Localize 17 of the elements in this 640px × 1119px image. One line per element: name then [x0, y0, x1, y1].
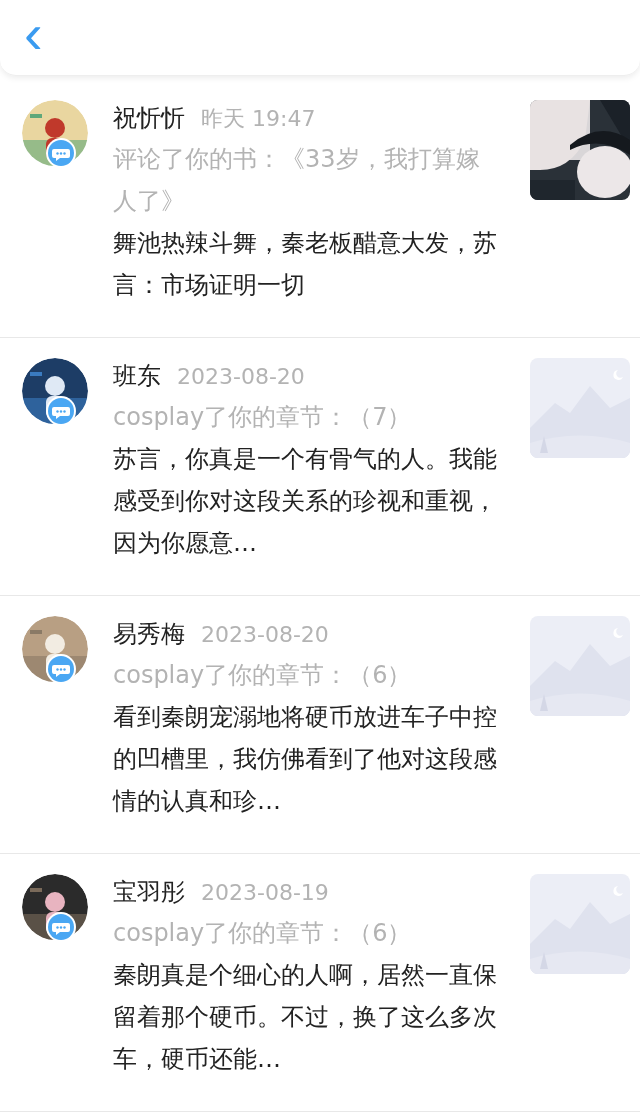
comment-text: 秦朗真是个细心的人啊，居然一直保留着那个硬币。不过，换了这么多次车，硬币还能… [113, 960, 498, 1075]
comment-text: 苏言，你真是一个有骨气的人。我能感受到你对这段关系的珍视和重视，因为你愿意… [113, 444, 498, 559]
action-text: cosplay了你的章节：（6） [113, 660, 413, 691]
user-name: 祝忻忻 [113, 103, 185, 134]
action-text: 评论了你的书：《33岁，我打算嫁人了》 [113, 144, 481, 217]
user-name: 易秀梅 [113, 619, 185, 650]
comment-text: 舞池热辣斗舞，秦老板醋意大发，苏言：市场证明一切 [113, 228, 498, 301]
timestamp: 昨天 19:47 [201, 105, 316, 133]
timestamp: 2023-08-19 [201, 879, 329, 907]
action-text: cosplay了你的章节：（6） [113, 918, 413, 949]
user-name: 宝羽彤 [113, 877, 185, 908]
user-name: 班东 [113, 361, 161, 392]
comment-text: 看到秦朗宠溺地将硬币放进车子中控的凹槽里，我仿佛看到了他对这段感情的认真和珍… [113, 702, 498, 817]
back-button[interactable]: ‹ [24, 5, 43, 62]
timestamp: 2023-08-20 [177, 363, 305, 391]
action-text: cosplay了你的章节：（7） [113, 402, 413, 433]
timestamp: 2023-08-20 [201, 621, 329, 649]
